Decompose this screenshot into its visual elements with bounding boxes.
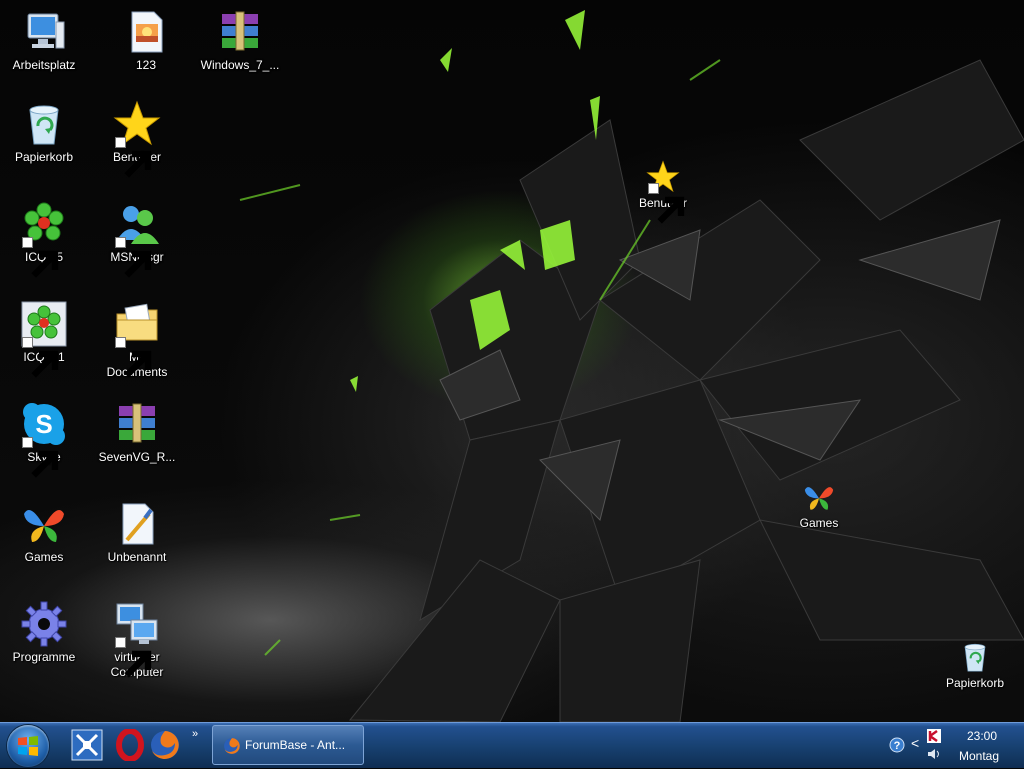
taskbar-button-forumbase[interactable]: ForumBase - Ant... <box>212 725 364 765</box>
desktop-icon-benutzer[interactable]: Benutzer <box>91 100 183 178</box>
shortcut-arrow-icon <box>115 137 152 178</box>
desktop-icon-games[interactable]: Games <box>0 500 90 565</box>
recycle-bin-icon <box>958 640 992 674</box>
desktop-icon-label: Arbeitsplatz <box>12 58 76 72</box>
desktop-icon-papierkorb[interactable]: Papierkorb <box>0 100 90 165</box>
desktop-icon-programme[interactable]: Programme <box>0 600 90 665</box>
desktop-icon-label: Games <box>799 516 839 530</box>
desktop-icon-label: Games <box>24 550 64 564</box>
desktop-icon-label: Programme <box>12 650 76 664</box>
desktop-icon-virtueller-computer[interactable]: virtueller Computer <box>91 600 183 680</box>
windows-logo-icon <box>18 736 38 756</box>
help-icon[interactable]: ? <box>889 737 905 753</box>
paint-image-icon <box>113 500 161 548</box>
desktop-icon-icq51[interactable]: ICQ 5.1 <box>0 300 90 378</box>
games-butterfly-icon <box>20 500 68 548</box>
kaspersky-icon[interactable] <box>927 729 941 743</box>
tray-expand-button[interactable]: < <box>911 735 919 751</box>
start-button[interactable] <box>7 725 49 767</box>
clock-day[interactable]: Montag <box>959 749 999 763</box>
desktop-icon-123[interactable]: 123 <box>100 8 192 73</box>
desktop-icon-label: Papierkorb <box>14 150 74 164</box>
show-desktop-icon[interactable] <box>71 729 103 761</box>
shortcut-arrow-icon <box>115 637 152 678</box>
image-file-icon <box>122 8 170 56</box>
shortcut-arrow-icon <box>22 337 59 378</box>
desktop-icon-label: Papierkorb <box>945 676 1005 690</box>
folder-icon <box>113 300 161 378</box>
volume-icon[interactable] <box>927 747 941 761</box>
firefox-icon <box>224 738 240 754</box>
desktop-icon-games-2[interactable]: Games <box>773 480 865 531</box>
clock-time[interactable]: 23:00 <box>967 729 997 743</box>
desktop-icon-windows7[interactable]: Windows_7_... <box>194 8 286 73</box>
firefox-icon[interactable] <box>149 729 181 761</box>
icq-flower-icon <box>20 300 68 378</box>
desktop-icon-unbenannt[interactable]: Unbenannt <box>91 500 183 565</box>
star-icon <box>113 100 161 178</box>
shortcut-arrow-icon <box>648 183 685 224</box>
desktop-icon-icq65[interactable]: ICQ6.5 <box>0 200 90 278</box>
desktop-icon-label: Unbenannt <box>107 550 167 564</box>
desktop-icon-label: Windows_7_... <box>200 58 280 72</box>
desktop-icon-sevenvg[interactable]: SevenVG_R... <box>91 400 183 465</box>
opera-icon[interactable] <box>114 729 146 761</box>
desktop-icon-arbeitsplatz[interactable]: Arbeitsplatz <box>0 8 90 73</box>
skype-icon: S <box>20 400 68 478</box>
games-butterfly-icon <box>802 480 836 514</box>
desktop-icon-msnmsgr[interactable]: MSNmsgr <box>91 200 183 278</box>
quicklaunch-more-button[interactable]: » <box>192 728 198 740</box>
desktop-icon-skype[interactable]: S Skype <box>0 400 90 478</box>
taskbar: » ForumBase - Ant... ? < 23:00 Montag <box>0 722 1024 768</box>
desktop-icon-benutzer-2[interactable]: Benutzer <box>617 160 709 224</box>
desktop-icon-my-documents[interactable]: My Documents <box>91 300 183 380</box>
recycle-bin-icon <box>20 100 68 148</box>
desktop-icon-label: SevenVG_R... <box>98 450 176 464</box>
shortcut-arrow-icon <box>115 337 152 378</box>
desktop-icon-label: 123 <box>135 58 157 72</box>
gear-icon <box>20 600 68 648</box>
winrar-archive-icon <box>216 8 264 56</box>
svg-text:?: ? <box>894 740 901 752</box>
msn-messenger-icon <box>113 200 161 278</box>
star-icon <box>646 160 685 224</box>
system-tray: ? < 23:00 Montag <box>885 723 1024 769</box>
taskbar-button-label: ForumBase - Ant... <box>245 738 346 752</box>
shortcut-arrow-icon <box>22 437 59 478</box>
icq-flower-icon <box>20 200 68 278</box>
shortcut-arrow-icon <box>22 237 59 278</box>
virtual-pc-icon <box>113 600 161 678</box>
shortcut-arrow-icon <box>115 237 152 278</box>
desktop-icon-papierkorb-2[interactable]: Papierkorb <box>929 640 1021 691</box>
svg-text:S: S <box>35 409 52 439</box>
winrar-archive-icon <box>113 400 161 448</box>
computer-icon <box>20 8 68 56</box>
desktop: Arbeitsplatz 123 Windows_7_... Papierkor… <box>0 0 1024 722</box>
